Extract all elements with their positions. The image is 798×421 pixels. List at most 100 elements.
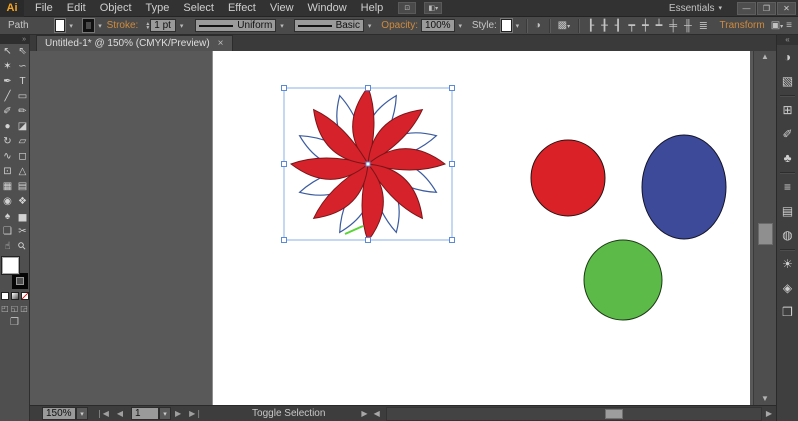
vertical-scrollbar-thumb[interactable] — [758, 223, 773, 245]
distribute-bottom-icon[interactable]: ≣ — [699, 19, 708, 32]
selection-handle[interactable] — [366, 86, 371, 91]
none-button[interactable] — [21, 292, 29, 300]
menu-object[interactable]: Object — [93, 0, 139, 17]
stroke-swatch[interactable] — [83, 19, 95, 32]
artboard-caret-icon[interactable]: ▾ — [159, 407, 171, 420]
horizontal-align-center-icon[interactable]: ╂ — [601, 19, 608, 32]
brush-select[interactable]: Basic — [294, 19, 364, 32]
selection-handle[interactable] — [366, 238, 371, 243]
menu-select[interactable]: Select — [176, 0, 221, 17]
stroke-color-indicator[interactable] — [12, 273, 28, 289]
opacity-field[interactable]: 100% — [421, 19, 455, 32]
symbols-panel-icon[interactable]: ♣ — [777, 146, 798, 170]
distribute-center-icon[interactable]: ╫ — [684, 20, 692, 32]
stroke-caret-icon[interactable]: ▾ — [96, 19, 103, 32]
document-tab[interactable]: Untitled-1* @ 150% (CMYK/Preview) × — [36, 35, 233, 51]
brushes-panel-icon[interactable]: ✐ — [777, 122, 798, 146]
free-transform-tool[interactable]: ◻ — [15, 149, 30, 164]
anchor-point[interactable] — [366, 162, 370, 166]
brush-caret-icon[interactable]: ▾ — [366, 19, 373, 32]
rotate-tool[interactable]: ↻ — [0, 134, 15, 149]
green-circle[interactable] — [584, 240, 662, 320]
bridge-icon[interactable]: ⊡ — [398, 2, 416, 14]
stroke-weight-field[interactable]: 1 pt — [150, 19, 176, 32]
artboard-tool[interactable]: ❏ — [0, 224, 15, 239]
tools-collapse-icon[interactable]: » — [0, 35, 29, 44]
pencil-tool[interactable]: ✏ — [15, 104, 30, 119]
perspective-grid-tool[interactable]: △ — [15, 164, 30, 179]
red-circle[interactable] — [531, 140, 605, 216]
swatches-panel-icon[interactable]: ⊞ — [777, 98, 798, 122]
blue-ellipse[interactable] — [642, 135, 726, 239]
paintbrush-tool[interactable]: ✐ — [0, 104, 15, 119]
fill-swatch[interactable] — [55, 19, 66, 32]
next-artboard-icon[interactable]: ▶ — [175, 409, 181, 418]
selection-handle[interactable] — [282, 162, 287, 167]
scroll-up-icon[interactable]: ▲ — [754, 51, 776, 63]
color-guide-panel-icon[interactable]: ▧ — [777, 69, 798, 93]
gradient-panel-icon[interactable]: ▤ — [777, 199, 798, 223]
direct-selection-tool[interactable]: ⇖ — [15, 44, 30, 59]
screen-mode-icon[interactable]: ❐ — [0, 317, 29, 328]
menu-view[interactable]: View — [263, 0, 301, 17]
eraser-tool[interactable]: ◪ — [15, 119, 30, 134]
scale-tool[interactable]: ▱ — [15, 134, 30, 149]
blob-brush-tool[interactable]: ● — [0, 119, 15, 134]
layers-panel-icon[interactable]: ◈ — [777, 276, 798, 300]
expand-right-icon[interactable]: ▶ — [361, 409, 367, 418]
first-artboard-icon[interactable]: ❘◀ — [96, 409, 109, 418]
menu-help[interactable]: Help — [354, 0, 391, 17]
horizontal-scrollbar-thumb[interactable] — [605, 409, 623, 419]
draw-behind-icon[interactable]: ◱ — [11, 304, 19, 313]
column-graph-tool[interactable]: ▅ — [15, 209, 30, 224]
close-button[interactable]: ✕ — [777, 2, 796, 15]
zoom-level-field[interactable]: 150% — [42, 407, 76, 420]
previous-artboard-icon[interactable]: ◀ — [117, 409, 123, 418]
gradient-tool[interactable]: ▤ — [15, 179, 30, 194]
width-profile-select[interactable]: Uniform — [195, 19, 276, 32]
zoom-caret-icon[interactable]: ▾ — [76, 407, 88, 420]
tab-close-icon[interactable]: × — [218, 38, 224, 49]
dock-expand-icon[interactable]: « — [777, 35, 798, 45]
menu-window[interactable]: Window — [301, 0, 354, 17]
selection-handle[interactable] — [450, 162, 455, 167]
color-panel-icon[interactable]: ◑ — [777, 45, 798, 69]
line-segment-tool[interactable]: ╱ — [0, 89, 15, 104]
horizontal-align-left-icon[interactable]: ┠ — [587, 19, 594, 32]
transparency-panel-icon[interactable]: ◍ — [777, 223, 798, 247]
selection-handle[interactable] — [450, 238, 455, 243]
lasso-tool[interactable]: ∽ — [15, 59, 30, 74]
selection-handle[interactable] — [282, 86, 287, 91]
opacity-caret-icon[interactable]: ▾ — [457, 19, 464, 32]
vertical-align-bottom-icon[interactable]: ┷ — [656, 19, 663, 32]
distribute-top-icon[interactable]: ╪ — [669, 20, 677, 32]
shape-builder-tool[interactable]: ⊡ — [0, 164, 15, 179]
style-caret-icon[interactable]: ▾ — [514, 19, 521, 32]
stroke-panel-link[interactable]: Stroke: — [107, 20, 139, 31]
magic-wand-tool[interactable]: ✶ — [0, 59, 15, 74]
selection-handle[interactable] — [282, 238, 287, 243]
width-profile-caret-icon[interactable]: ▾ — [278, 19, 285, 32]
transform-options-icon[interactable]: ▣▾ — [771, 20, 783, 31]
canvas-area[interactable] — [30, 51, 753, 405]
eyedropper-tool[interactable]: ◉ — [0, 194, 15, 209]
recolor-artwork-icon[interactable]: ◑ — [535, 20, 541, 31]
selection-handle[interactable] — [450, 86, 455, 91]
draw-inside-icon[interactable]: ◲ — [20, 304, 28, 313]
workspace-switcher[interactable]: Essentials ▾ — [669, 3, 722, 14]
menu-type[interactable]: Type — [139, 0, 177, 17]
menu-effect[interactable]: Effect — [221, 0, 263, 17]
width-tool[interactable]: ∿ — [0, 149, 15, 164]
vertical-scrollbar[interactable]: ▲ ▼ — [753, 51, 776, 405]
artboard-number-field[interactable]: 1 — [131, 407, 159, 420]
opacity-panel-link[interactable]: Opacity: — [381, 20, 418, 31]
horizontal-align-right-icon[interactable]: ┨ — [615, 19, 622, 32]
arrange-documents-icon[interactable]: ◧▾ — [424, 2, 442, 14]
style-swatch[interactable] — [501, 19, 512, 32]
appearance-panel-icon[interactable]: ☀ — [777, 252, 798, 276]
type-tool[interactable]: T — [15, 74, 30, 89]
stroke-panel-icon[interactable]: ≡ — [777, 175, 798, 199]
rectangle-tool[interactable]: ▭ — [15, 89, 30, 104]
vertical-align-top-icon[interactable]: ┯ — [628, 19, 635, 32]
fill-color-indicator[interactable] — [2, 257, 19, 274]
